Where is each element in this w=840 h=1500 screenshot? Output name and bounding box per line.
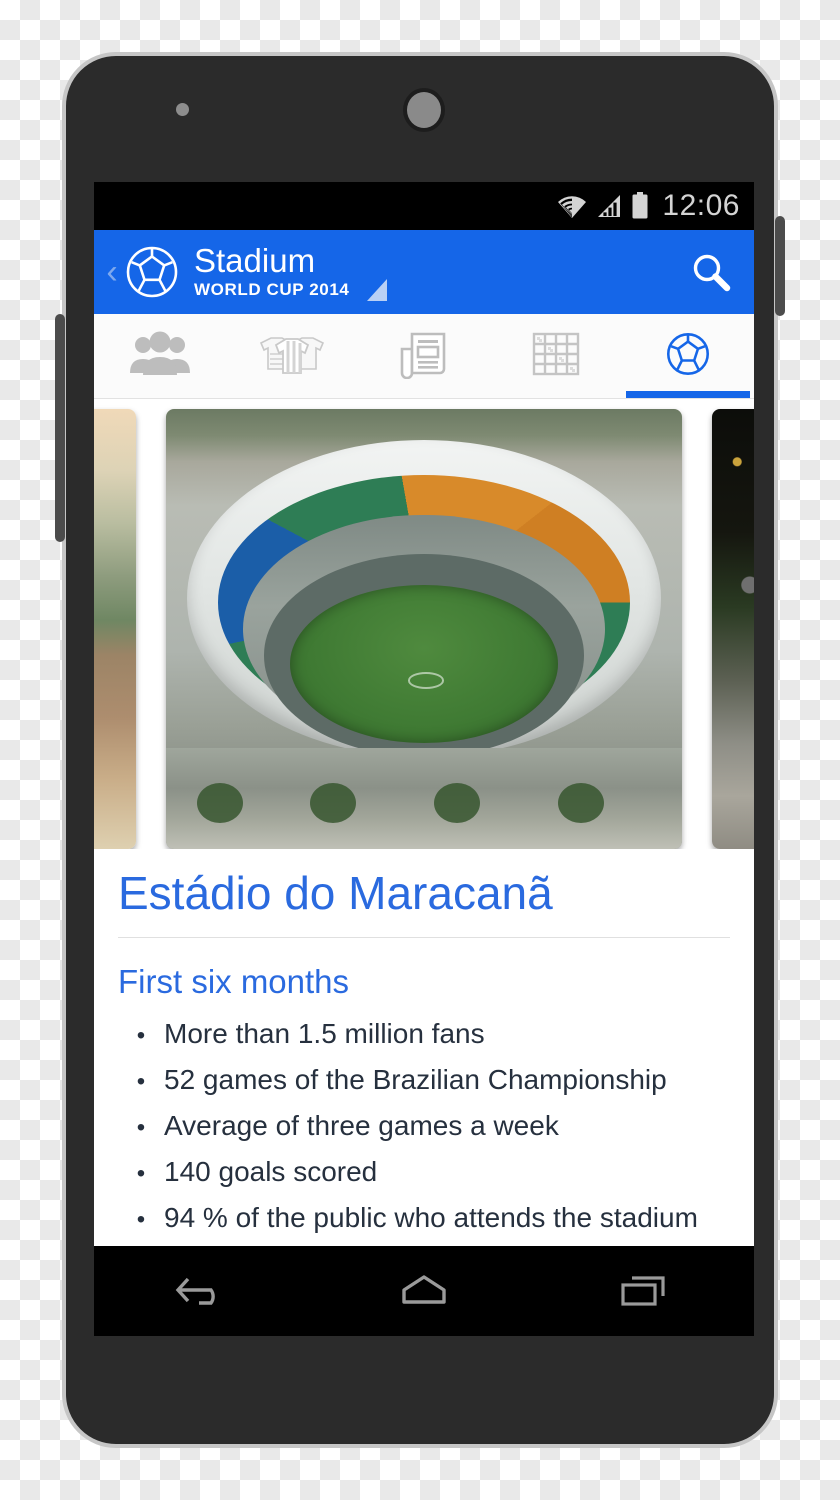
stadium-photo-next-image (712, 409, 754, 849)
app-bar-titles: Stadium WORLD CUP 2014 (194, 243, 682, 301)
list-item: • 94 % of the public who attends the sta… (118, 1196, 730, 1242)
recent-apps-nav-icon[interactable] (589, 1261, 699, 1321)
list-item: • Average of three games a week (118, 1104, 730, 1150)
pitch-center-circle (407, 672, 445, 689)
stadium-facts-list: • More than 1.5 million fans • 52 games … (118, 1012, 730, 1242)
bullet-icon: • (136, 1068, 146, 1095)
bullet-icon: • (136, 1206, 146, 1233)
stadium-photo-maracana[interactable] (166, 409, 682, 849)
list-item-label: 140 goals scored (164, 1156, 378, 1187)
status-bar: 12:06 (94, 182, 754, 230)
stadium-surroundings (166, 747, 682, 849)
list-item-label: 94 % of the public who attends the stadi… (164, 1202, 698, 1233)
volume-rocker-button[interactable] (55, 314, 65, 542)
cellular-signal-icon (596, 193, 622, 219)
bullet-icon: • (136, 1160, 146, 1187)
phone-device: 12:06 ‹ Stadium WORLD CUP 2014 Estádio d… (55, 52, 785, 1448)
app-bar-subtitle-row[interactable]: WORLD CUP 2014 (194, 279, 682, 301)
tab-kits[interactable] (226, 314, 358, 398)
tree-decoration (310, 782, 357, 823)
home-nav-icon[interactable] (369, 1261, 479, 1321)
stadium-details: Estádio do Maracanã First six months • M… (94, 849, 754, 1242)
dropdown-triangle-icon[interactable] (367, 279, 388, 301)
phone-screen: 12:06 ‹ Stadium WORLD CUP 2014 Estádio d… (94, 182, 754, 1336)
section-title: First six months (118, 963, 350, 1000)
list-item: • 52 games of the Brazilian Championship (118, 1058, 730, 1104)
status-bar-clock: 12:06 (662, 189, 740, 222)
search-icon[interactable] (682, 243, 740, 301)
proximity-sensor-icon (176, 103, 189, 116)
stadium-photo-next[interactable] (712, 409, 754, 849)
list-item: • More than 1.5 million fans (118, 1012, 730, 1058)
list-item-label: 52 games of the Brazilian Championship (164, 1064, 667, 1095)
stadium-pitch (289, 585, 559, 744)
stadium-photo-maracana-image (166, 409, 682, 849)
people-group-icon (128, 331, 192, 382)
list-item-label: Average of three games a week (164, 1110, 559, 1141)
app-bar: ‹ Stadium WORLD CUP 2014 (94, 230, 754, 314)
page-title: Stadium (194, 242, 316, 279)
tab-teams[interactable] (94, 314, 226, 398)
newspaper-icon (398, 329, 450, 384)
back-chevron-icon[interactable]: ‹ (102, 255, 122, 289)
bullet-icon: • (136, 1022, 146, 1049)
back-nav-icon[interactable] (149, 1261, 259, 1321)
stadium-photo-previous[interactable] (94, 409, 136, 849)
tree-decoration (434, 782, 481, 823)
stadium-name: Estádio do Maracanã (118, 867, 553, 919)
tab-brackets[interactable] (490, 314, 622, 398)
wifi-icon (557, 193, 587, 219)
stadium-photo-carousel[interactable] (94, 399, 754, 849)
soccer-ball-icon (664, 330, 712, 383)
tab-stadiums[interactable] (622, 314, 754, 398)
list-item: • 140 goals scored (118, 1150, 730, 1196)
tree-decoration (196, 782, 243, 823)
power-button[interactable] (775, 216, 785, 316)
jerseys-icon (255, 331, 329, 382)
app-bar-subtitle: WORLD CUP 2014 (194, 280, 350, 299)
battery-full-icon (631, 192, 649, 220)
soccer-ball-icon[interactable] (124, 244, 180, 300)
bullet-icon: • (136, 1114, 146, 1141)
tree-decoration (558, 782, 605, 823)
list-item-label: More than 1.5 million fans (164, 1018, 485, 1049)
stadium-photo-previous-image (94, 409, 136, 849)
tab-bar (94, 314, 754, 399)
android-navigation-bar (94, 1246, 754, 1336)
tab-news[interactable] (358, 314, 490, 398)
grid-table-icon (530, 330, 582, 383)
active-tab-indicator (626, 391, 750, 398)
front-camera-icon (407, 92, 441, 128)
